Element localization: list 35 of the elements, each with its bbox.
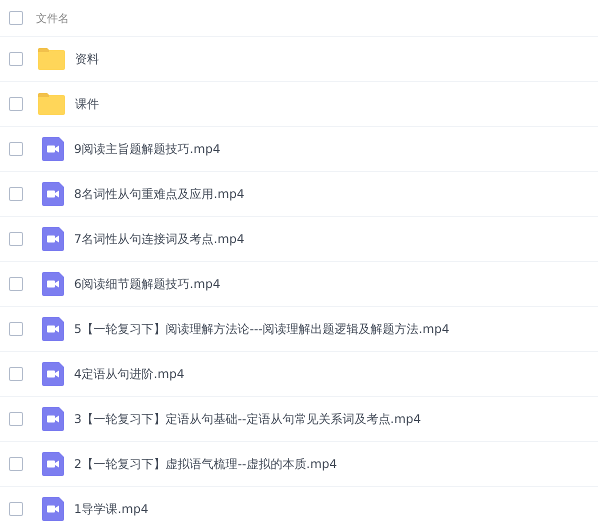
file-name[interactable]: 4定语从句进阶.mp4 (74, 366, 184, 382)
column-header: 文件名 (36, 10, 69, 26)
file-name[interactable]: 资料 (75, 50, 99, 68)
file-name[interactable]: 1导学课.mp4 (74, 500, 148, 518)
row-checkbox[interactable] (9, 457, 23, 471)
folder-icon (38, 48, 65, 70)
row-checkbox[interactable] (9, 502, 23, 516)
row-checkbox[interactable] (9, 367, 23, 381)
file-name[interactable]: 6阅读细节题解题技巧.mp4 (74, 276, 220, 292)
video-file-icon (42, 452, 64, 476)
file-name[interactable]: 3【一轮复习下】定语从句基础--定语从句常见关系词及考点.mp4 (74, 410, 422, 428)
video-file-icon (42, 182, 64, 206)
file-name[interactable]: 课件 (75, 96, 99, 112)
row-checkbox[interactable] (9, 277, 23, 291)
file-name[interactable]: 8名词性从句重难点及应用.mp4 (74, 186, 244, 202)
select-all-checkbox[interactable] (9, 11, 23, 25)
file-name[interactable]: 2【一轮复习下】虚拟语气梳理--虚拟的本质.mp4 (74, 456, 338, 472)
folder-icon (38, 93, 65, 115)
video-file-icon (42, 227, 64, 251)
row-checkbox[interactable] (9, 412, 23, 426)
video-file-icon (42, 272, 64, 296)
video-file-icon (42, 362, 64, 386)
video-file-icon (42, 137, 64, 161)
video-file-icon (42, 497, 64, 521)
row-checkbox[interactable] (9, 322, 23, 336)
video-file-icon (42, 407, 64, 431)
video-file-icon (42, 317, 64, 341)
row-checkbox[interactable] (9, 142, 23, 156)
row-checkbox[interactable] (9, 97, 23, 111)
file-name[interactable]: 9阅读主旨题解题技巧.mp4 (74, 140, 220, 158)
file-name[interactable]: 7名词性从句连接词及考点.mp4 (74, 230, 244, 248)
file-name[interactable]: 5【一轮复习下】阅读理解方法论---阅读理解出题逻辑及解题方法.mp4 (74, 320, 450, 338)
row-checkbox[interactable] (9, 232, 23, 246)
row-checkbox[interactable] (9, 52, 23, 66)
row-checkbox[interactable] (9, 187, 23, 201)
